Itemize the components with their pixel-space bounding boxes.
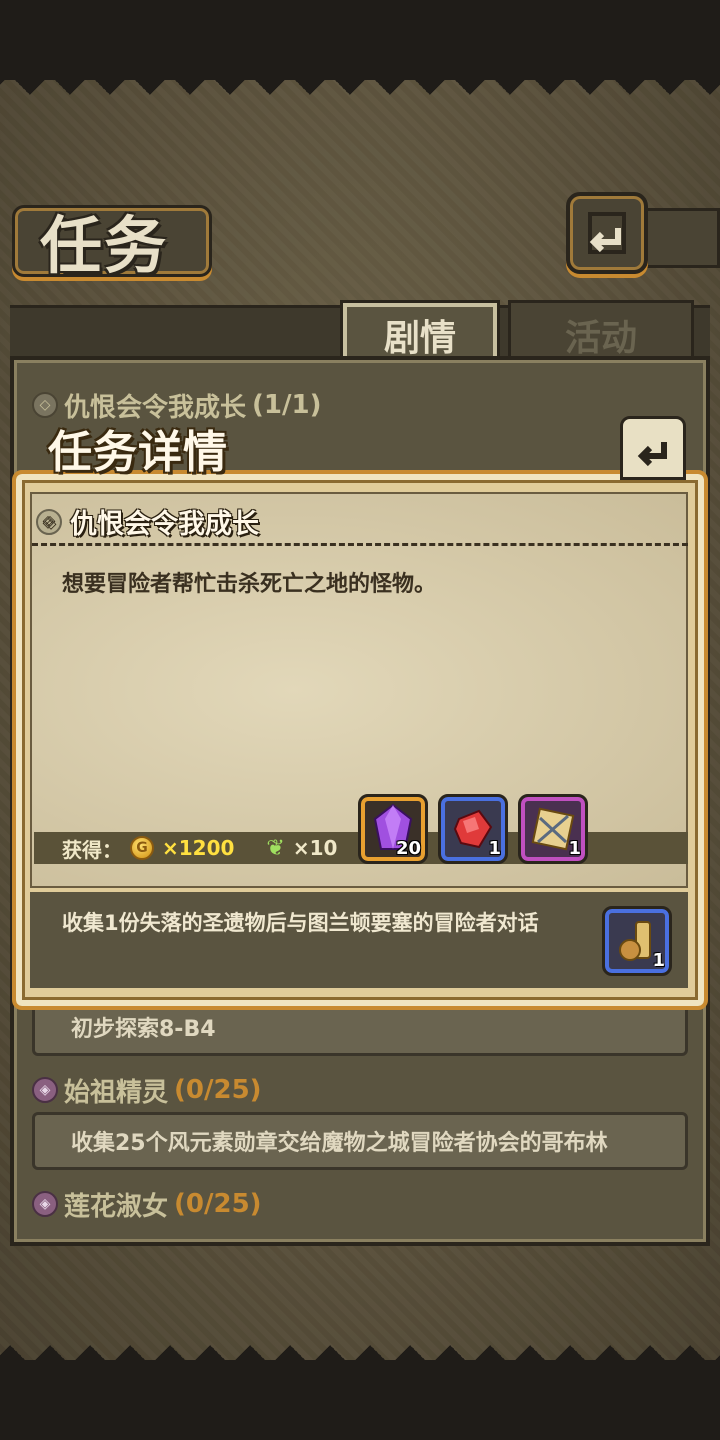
top-zigzag-border	[0, 80, 720, 100]
gold-amount: ×1200	[162, 836, 235, 860]
reward-item[interactable]: 20	[358, 794, 428, 864]
reward-label: 获得：	[62, 837, 122, 862]
top-dark-band	[0, 0, 720, 80]
quest-progress: (0/25)	[174, 1189, 262, 1219]
quest-type-icon: ◈	[32, 1191, 58, 1217]
quest-name: 莲花淑女	[64, 1191, 169, 1222]
item-count: 1	[652, 950, 665, 971]
page-title: 任务	[40, 209, 169, 282]
quest-name: 始祖精灵	[64, 1077, 169, 1108]
feather-icon: ❦	[266, 835, 285, 861]
return-arrow-icon	[588, 212, 626, 254]
item-count: 1	[568, 838, 581, 859]
quest-header: ◇ 仇恨会令我成长	[32, 500, 688, 546]
quest-description: 想要冒险者帮忙击杀死亡之地的怪物。	[62, 572, 437, 597]
quest-type-icon: ◇	[36, 508, 62, 535]
dialog-close-button[interactable]	[620, 416, 686, 480]
back-button-extension	[646, 208, 720, 268]
quest-type-icon: ◈	[32, 1077, 58, 1103]
quest-type-icon: ◇	[32, 392, 58, 418]
quest-progress: (1/1)	[252, 390, 322, 420]
return-arrow-icon	[637, 442, 667, 467]
item-count: 20	[395, 838, 421, 859]
list-item[interactable]: ◈ 莲花淑女 (0/25)	[32, 1184, 688, 1224]
list-item[interactable]: ◈ 始祖精灵 (0/25)	[32, 1070, 688, 1110]
list-item[interactable]: 收集25个风元素勋章交给魔物之城冒险者协会的哥布林	[32, 1112, 688, 1170]
quest-name: 仇恨会令我成长	[70, 509, 259, 540]
next-step-text: 收集1份失落的圣遗物后与图兰顿要塞的冒险者对话	[62, 911, 539, 935]
reward-item[interactable]: 1	[438, 794, 508, 864]
dialog-title: 任务详情	[48, 427, 228, 478]
quest-desc: 初步探索8-B4	[71, 1017, 216, 1042]
bottom-zigzag-border	[0, 1340, 720, 1360]
next-step-item[interactable]: 1	[602, 906, 672, 976]
bottom-dark-band	[0, 1360, 720, 1440]
quest-desc: 收集25个风元素勋章交给魔物之城冒险者协会的哥布林	[71, 1131, 608, 1156]
feather-amount: ×10	[292, 836, 338, 860]
quest-progress: (0/25)	[174, 1075, 262, 1105]
item-count: 1	[488, 838, 501, 859]
reward-item[interactable]: 1	[518, 794, 588, 864]
back-button[interactable]	[566, 192, 648, 274]
gold-coin-icon: G	[130, 836, 154, 860]
